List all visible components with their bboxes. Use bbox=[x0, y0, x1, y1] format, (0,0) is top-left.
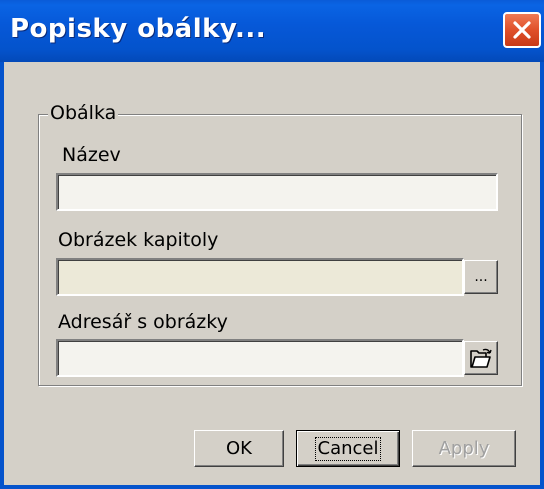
browse-chapter-image-button[interactable]: ... bbox=[464, 260, 498, 294]
image-directory-label: Adresář s obrázky bbox=[58, 311, 228, 333]
cancel-button-label: Cancel bbox=[314, 437, 382, 461]
window-title: Popisky obálky... bbox=[10, 14, 267, 44]
browse-image-directory-button[interactable] bbox=[464, 341, 498, 375]
cancel-button[interactable]: Cancel bbox=[296, 430, 400, 467]
window-frame-bottom bbox=[0, 485, 544, 489]
dialog-window: Popisky obálky... Obálka Název Obrázek k… bbox=[0, 0, 544, 489]
apply-button[interactable]: Apply bbox=[412, 430, 516, 467]
window-frame-right bbox=[540, 62, 544, 489]
title-bar[interactable]: Popisky obálky... bbox=[0, 0, 544, 62]
close-icon bbox=[513, 21, 531, 39]
chapter-image-label: Obrázek kapitoly bbox=[58, 229, 219, 251]
ok-button[interactable]: OK bbox=[194, 430, 284, 467]
name-input[interactable] bbox=[56, 173, 498, 211]
name-label: Název bbox=[62, 144, 121, 166]
window-frame-left bbox=[0, 62, 4, 489]
chapter-image-input[interactable] bbox=[56, 258, 464, 296]
image-directory-input[interactable] bbox=[56, 339, 464, 377]
close-button[interactable] bbox=[503, 12, 541, 48]
groupbox-label: Obálka bbox=[48, 102, 119, 124]
folder-open-icon bbox=[470, 348, 492, 368]
